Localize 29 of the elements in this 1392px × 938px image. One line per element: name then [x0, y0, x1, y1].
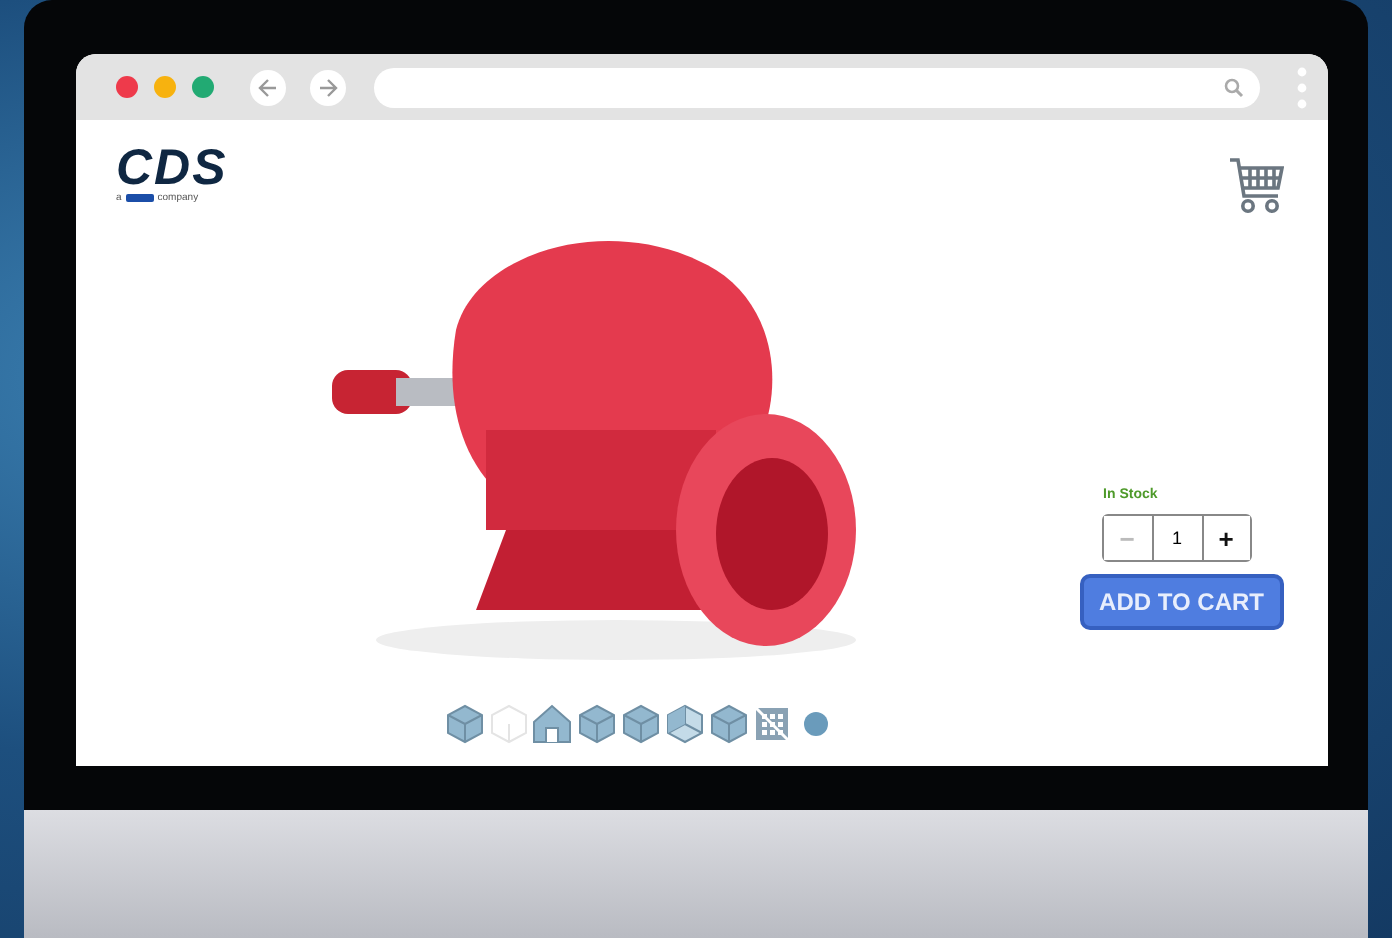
- address-field[interactable]: [374, 67, 1260, 107]
- back-arrow-icon: [258, 77, 278, 97]
- increase-button[interactable]: +: [1201, 516, 1250, 560]
- dot-icon: [802, 710, 830, 738]
- close-dot[interactable]: [116, 76, 138, 98]
- view-button[interactable]: [752, 702, 792, 746]
- view-button[interactable]: [620, 702, 660, 746]
- minimize-dot[interactable]: [154, 76, 176, 98]
- forward-arrow-icon: [318, 77, 338, 97]
- house-icon: [532, 704, 572, 744]
- cube-outline-icon: [489, 704, 527, 744]
- open-cube-icon: [665, 704, 703, 744]
- logo-wordmark: CDS: [116, 144, 230, 192]
- grid-icon: [754, 706, 790, 742]
- search-icon: [1224, 77, 1244, 97]
- maximize-dot[interactable]: [192, 76, 214, 98]
- view-button[interactable]: [532, 702, 572, 746]
- view-button[interactable]: [576, 702, 616, 746]
- cube-icon: [621, 704, 659, 744]
- view-button[interactable]: [444, 702, 484, 746]
- cube-icon: [577, 704, 615, 744]
- back-button[interactable]: [250, 69, 286, 105]
- cart-icon[interactable]: [1228, 156, 1284, 216]
- view-button[interactable]: [708, 702, 748, 746]
- cube-icon: [445, 704, 483, 744]
- forward-button[interactable]: [310, 69, 346, 105]
- cube-icon: [709, 704, 747, 744]
- view-button[interactable]: [664, 702, 704, 746]
- logo-badge-icon: [125, 194, 154, 202]
